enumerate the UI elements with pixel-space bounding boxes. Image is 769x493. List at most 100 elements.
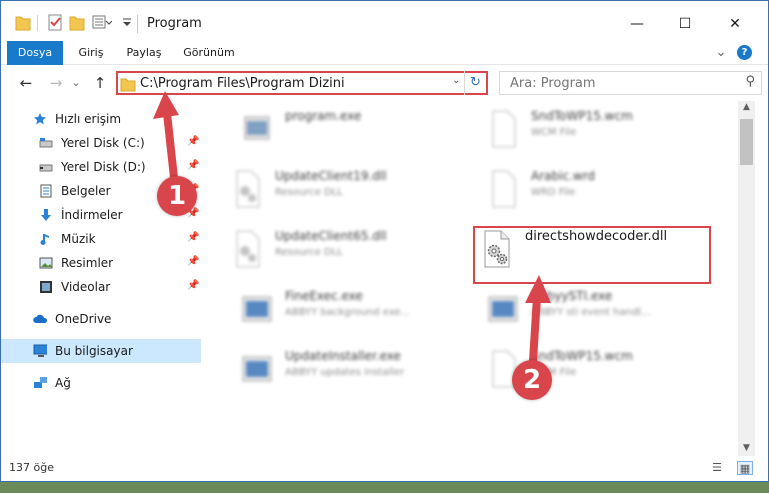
search-icon[interactable]: ⚲	[745, 74, 755, 89]
vertical-scrollbar[interactable]: ▲ ▼	[738, 101, 755, 456]
sidebar-item-label: Ağ	[55, 376, 71, 390]
new-folder-icon[interactable]	[69, 13, 85, 33]
file-item[interactable]: Arabic.wrd WRD File	[467, 163, 707, 219]
step-badge-1: 1	[157, 176, 197, 216]
sidebar-item-label: Müzik	[61, 232, 96, 246]
file-description: WRD File	[531, 187, 576, 198]
sidebar-item-bu-bilgisayar[interactable]: Bu bilgisayar	[1, 339, 201, 363]
sidebar-item-ag[interactable]: Ağ	[1, 371, 201, 395]
tab-paylas[interactable]: Paylaş	[121, 41, 167, 65]
folder-icon	[120, 78, 136, 92]
sidebar-item-label: İndirmeler	[61, 208, 123, 222]
up-icon[interactable]: ↑	[89, 72, 111, 94]
status-bar: 137 öğe ☰ ▦	[1, 456, 768, 481]
desktop-background	[0, 482, 769, 493]
back-icon[interactable]: ←	[15, 72, 37, 94]
downloads-icon	[41, 209, 51, 221]
folder-icon	[15, 16, 31, 31]
large-icons-view-icon[interactable]: ▦	[737, 461, 753, 475]
title-bar: Program — ☐ ✕	[1, 1, 768, 41]
file-item[interactable]: SndToWP15.wcm WCM File	[467, 103, 707, 159]
file-name: UpdateInstaller.exe	[285, 349, 401, 363]
sidebar-item-videolar[interactable]: Videolar 📌	[1, 275, 201, 299]
network-icon	[34, 377, 47, 388]
item-count: 137 öğe	[9, 461, 54, 474]
file-item[interactable]: UpdateClient65.dll Resource DLL	[211, 223, 451, 279]
explorer-window: Program — ☐ ✕ Dosya Giriş Paylaş Görünüm…	[0, 0, 769, 482]
ribbon-collapse-icon[interactable]: ⌄	[713, 41, 729, 65]
drive-icon	[39, 138, 53, 148]
document-file-icon	[492, 110, 516, 148]
cloud-icon	[33, 314, 47, 323]
step-badge-2: 2	[512, 360, 552, 400]
sidebar-item-resimler[interactable]: Resimler 📌	[1, 251, 201, 275]
sidebar-item-label: Yerel Disk (C:)	[61, 136, 145, 150]
tab-gorunum[interactable]: Görünüm	[179, 41, 239, 65]
computer-icon	[33, 344, 47, 357]
tab-giris[interactable]: Giriş	[71, 41, 111, 65]
sidebar-item-label: OneDrive	[55, 312, 112, 326]
file-description: ABBYY updates installer	[285, 367, 405, 378]
file-name: SndToWP15.wcm	[531, 109, 633, 123]
pin-icon[interactable]: 📌	[187, 232, 199, 243]
refresh-icon[interactable]: ↻	[464, 71, 486, 95]
app-file-icon	[242, 296, 272, 322]
exe-file-icon	[244, 116, 270, 140]
sidebar-item-onedrive[interactable]: OneDrive	[1, 307, 201, 331]
star-icon	[34, 113, 46, 125]
title-separator	[137, 15, 138, 33]
file-description: Resource DLL	[275, 247, 343, 258]
file-name: UpdateClient19.dll	[275, 169, 387, 183]
music-icon	[40, 234, 49, 245]
window-title: Program	[147, 16, 202, 31]
document-file-icon	[492, 170, 516, 208]
qa-divider	[37, 15, 38, 31]
file-item[interactable]: SndToWP15.wcm WCM File	[467, 343, 707, 399]
details-view-icon[interactable]: ☰	[709, 461, 725, 475]
pictures-icon	[39, 257, 53, 269]
maximize-button[interactable]: ☐	[662, 11, 708, 37]
dropdown-arrow-icon[interactable]	[121, 13, 133, 33]
scrollbar-thumb[interactable]	[740, 119, 753, 165]
minimize-button[interactable]: —	[614, 11, 660, 37]
file-name: FineExec.exe	[285, 289, 363, 303]
file-description: WCM File	[531, 127, 577, 138]
scroll-up-icon[interactable]: ▲	[738, 102, 755, 112]
sidebar-item-label: Videolar	[61, 280, 111, 294]
address-dropdown-icon[interactable]: ⌄	[452, 75, 460, 86]
file-name: program.exe	[285, 109, 362, 123]
sidebar-item-label: Bu bilgisayar	[55, 344, 133, 358]
properties-icon[interactable]	[47, 13, 63, 33]
sidebar-item-muzik[interactable]: Müzik 📌	[1, 227, 201, 251]
drive-icon	[39, 164, 53, 172]
scroll-down-icon[interactable]: ▼	[738, 443, 755, 453]
file-description: Resource DLL	[275, 187, 343, 198]
file-item[interactable]: AbbyySTI.exe ABBYY sti event handl...	[467, 283, 707, 339]
file-description: ABBYY background exe...	[285, 307, 411, 318]
customize-toolbar-icon[interactable]	[92, 13, 112, 33]
help-icon[interactable]: ?	[737, 45, 752, 60]
sidebar-item-label: Yerel Disk (D:)	[61, 160, 146, 174]
recent-locations-icon[interactable]: ⌄	[69, 72, 83, 94]
search-box: ⚲	[499, 71, 762, 95]
forward-icon[interactable]: →	[45, 72, 67, 94]
search-input[interactable]	[500, 72, 740, 94]
sidebar-item-label: Resimler	[61, 256, 114, 270]
close-button[interactable]: ✕	[712, 11, 758, 37]
file-item[interactable]: program.exe	[221, 103, 461, 159]
navigation-bar: ← → ⌄ ↑ C:\Program Files\Program Dizini …	[1, 66, 768, 100]
file-item[interactable]: UpdateInstaller.exe ABBYY updates instal…	[221, 343, 461, 399]
sidebar-item-label: Hızlı erişim	[55, 112, 122, 126]
app-file-icon	[242, 356, 272, 382]
sidebar-item-label: Belgeler	[61, 184, 111, 198]
file-item[interactable]: FineExec.exe ABBYY background exe...	[221, 283, 461, 339]
file-name: Arabic.wrd	[531, 169, 596, 183]
pin-icon[interactable]: 📌	[187, 280, 199, 291]
videos-icon	[40, 281, 52, 293]
pin-icon[interactable]: 📌	[187, 256, 199, 267]
ribbon-tabs: Dosya Giriş Paylaş Görünüm ⌄ ?	[1, 41, 768, 65]
dll-file-icon	[236, 170, 260, 208]
tab-dosya[interactable]: Dosya	[7, 41, 63, 65]
file-item[interactable]: UpdateClient19.dll Resource DLL	[211, 163, 451, 219]
dll-file-icon	[236, 230, 260, 268]
